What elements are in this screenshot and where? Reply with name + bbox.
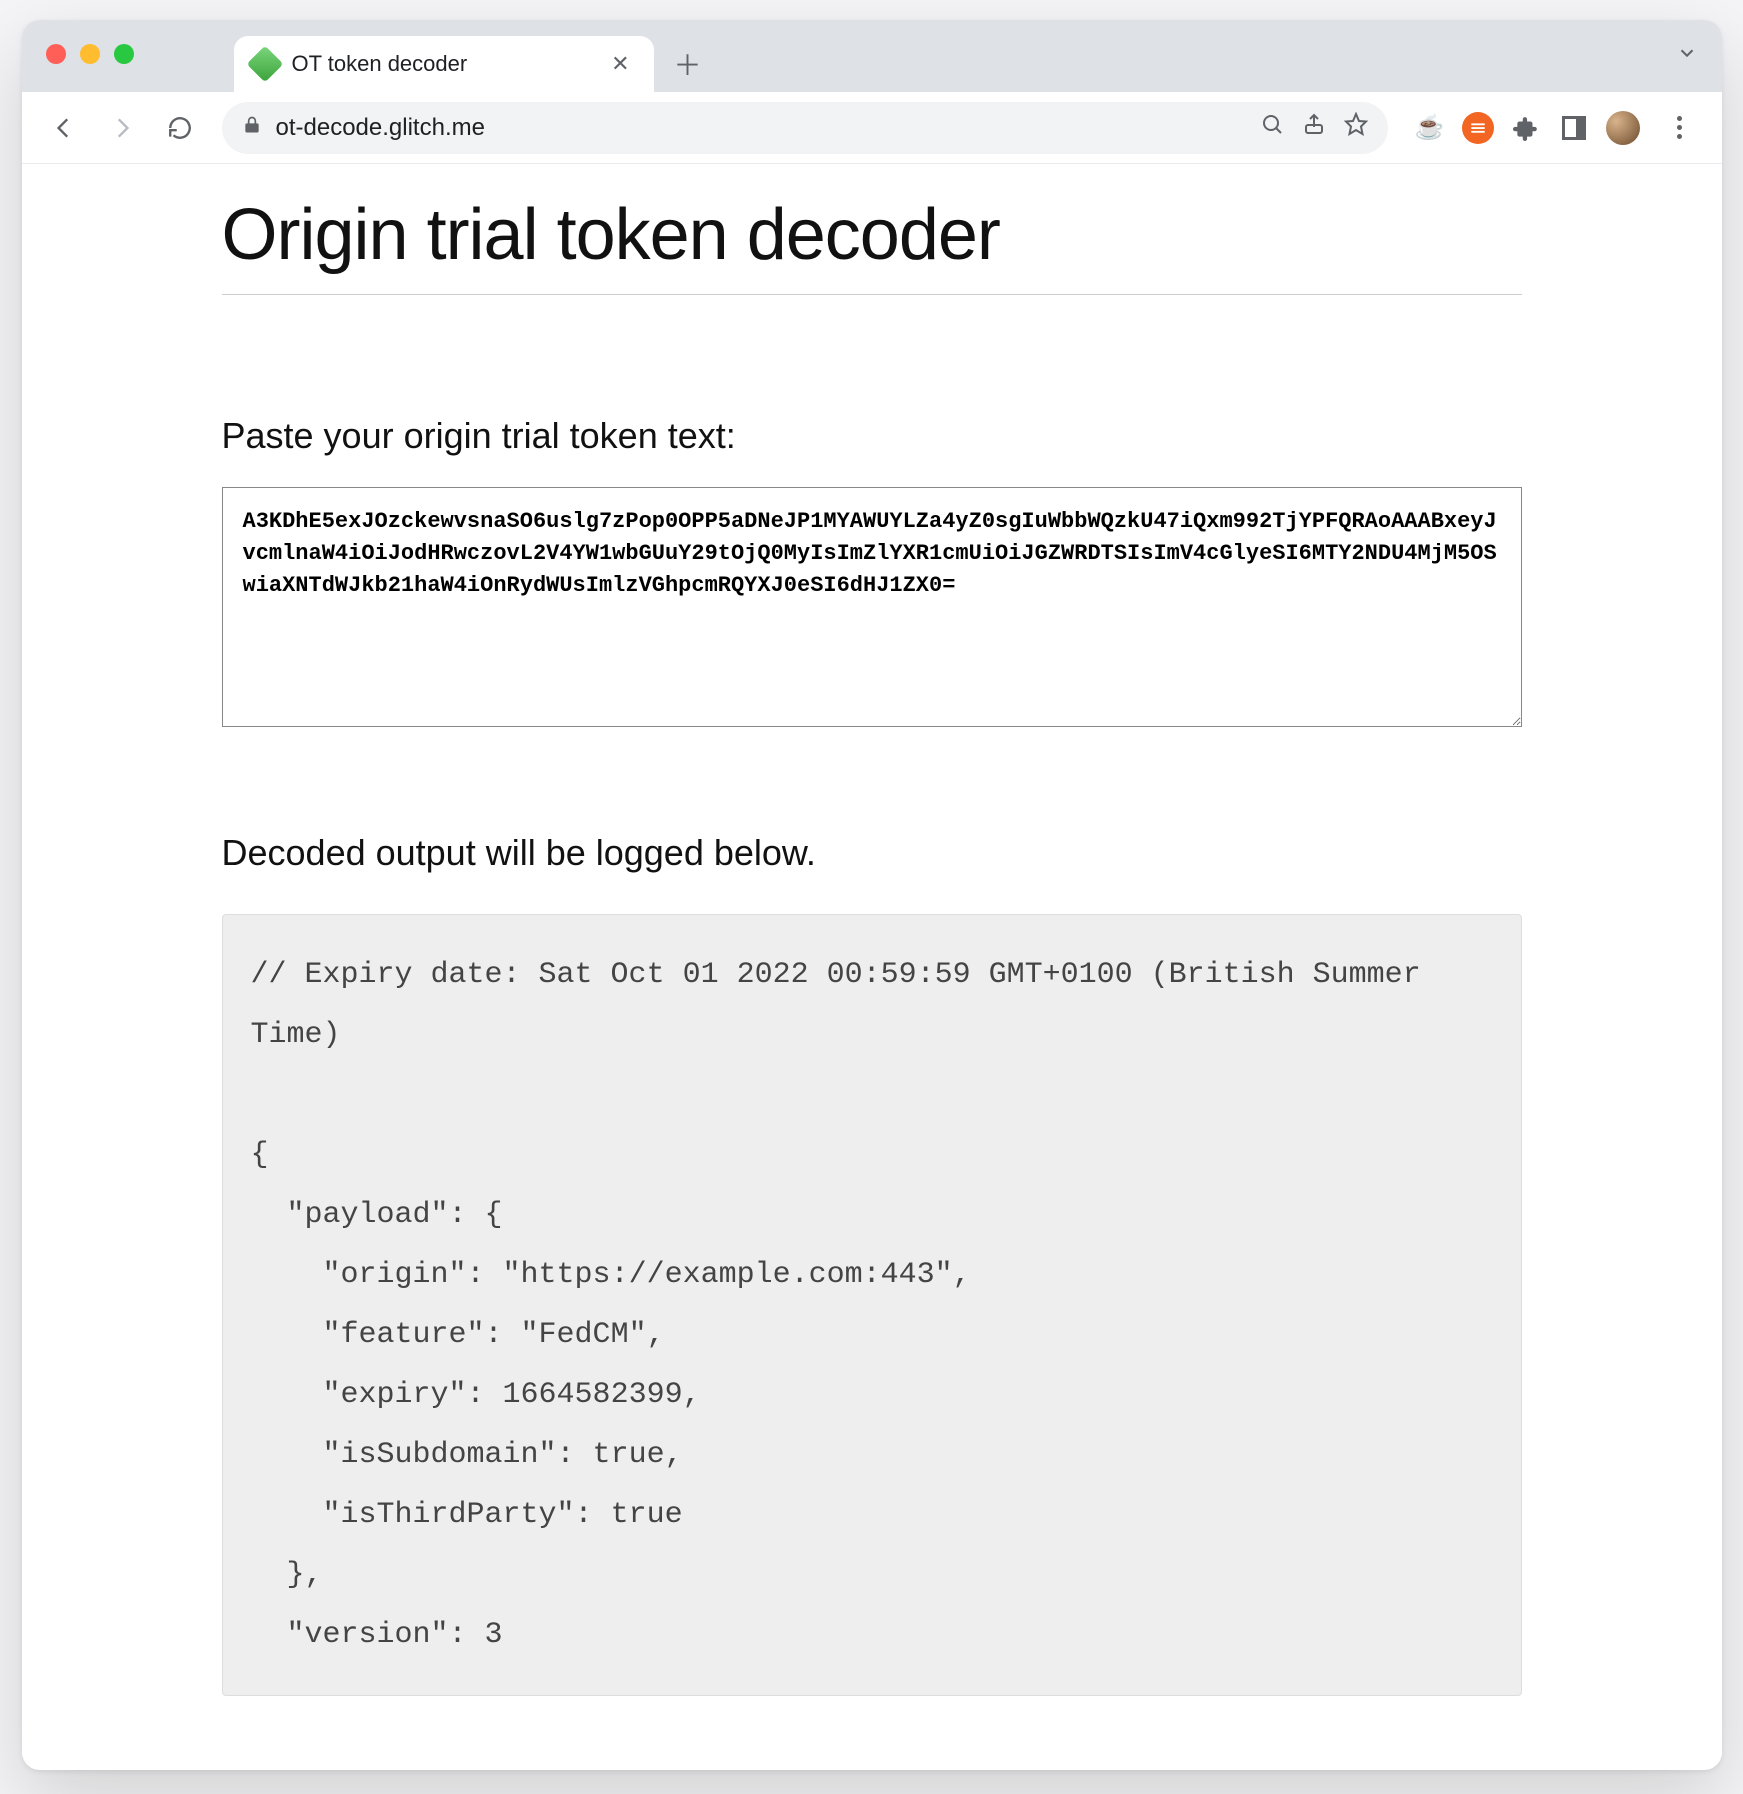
- extensions-button[interactable]: [1510, 112, 1542, 144]
- extension-coffee-icon[interactable]: ☕: [1414, 112, 1446, 144]
- share-icon[interactable]: [1302, 112, 1326, 143]
- bookmark-icon[interactable]: [1344, 112, 1368, 143]
- paste-label: Paste your origin trial token text:: [222, 415, 1522, 457]
- close-window-button[interactable]: [46, 44, 66, 64]
- browser-window: OT token decoder ✕ ＋: [22, 20, 1722, 1770]
- output-label: Decoded output will be logged below.: [222, 832, 1522, 874]
- side-panel-icon[interactable]: [1558, 112, 1590, 144]
- url-input[interactable]: [276, 114, 1246, 142]
- token-textarea[interactable]: [222, 487, 1522, 727]
- new-tab-button[interactable]: ＋: [666, 42, 710, 86]
- tab-active[interactable]: OT token decoder ✕: [234, 36, 654, 92]
- tabs-container: OT token decoder ✕ ＋: [234, 20, 710, 92]
- toolbar-right: ☕: [1406, 104, 1704, 152]
- window-controls: [46, 44, 134, 64]
- omnibox-actions: [1260, 112, 1368, 143]
- address-bar[interactable]: [222, 102, 1388, 154]
- fullscreen-window-button[interactable]: [114, 44, 134, 64]
- tab-strip: OT token decoder ✕ ＋: [22, 20, 1722, 92]
- page-viewport: Origin trial token decoder Paste your or…: [22, 164, 1722, 1770]
- page-title: Origin trial token decoder: [222, 194, 1522, 295]
- tab-title: OT token decoder: [292, 51, 592, 77]
- minimize-window-button[interactable]: [80, 44, 100, 64]
- toolbar: ☕: [22, 92, 1722, 164]
- decoded-output: // Expiry date: Sat Oct 01 2022 00:59:59…: [222, 914, 1522, 1696]
- back-button[interactable]: [40, 104, 88, 152]
- extension-orange-icon[interactable]: [1462, 112, 1494, 144]
- reload-button[interactable]: [156, 104, 204, 152]
- tab-favicon: [246, 46, 283, 83]
- search-icon[interactable]: [1260, 112, 1284, 143]
- page-content: Origin trial token decoder Paste your or…: [182, 164, 1562, 1736]
- tab-overflow-button[interactable]: [1676, 42, 1698, 70]
- forward-button[interactable]: [98, 104, 146, 152]
- chrome-menu-button[interactable]: [1656, 104, 1704, 152]
- profile-avatar[interactable]: [1606, 111, 1640, 145]
- lock-icon: [242, 114, 262, 142]
- close-tab-button[interactable]: ✕: [605, 47, 635, 81]
